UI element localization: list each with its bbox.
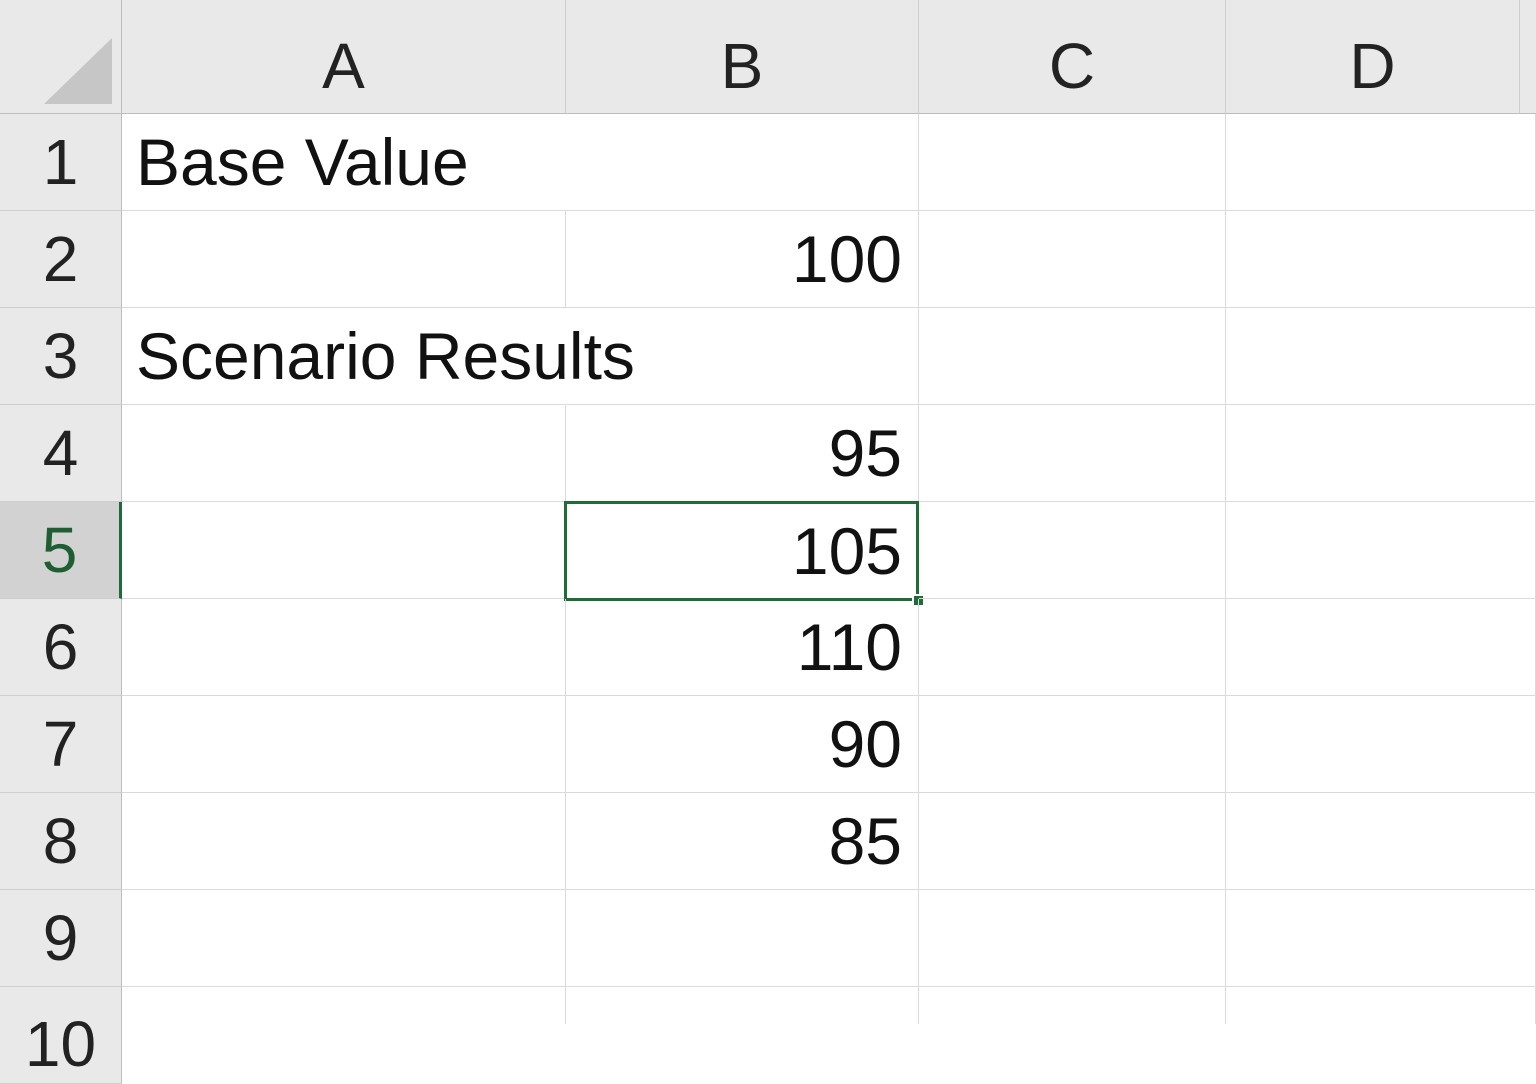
select-all-triangle-icon [44, 38, 112, 104]
cell-d9[interactable] [1226, 890, 1536, 987]
row-header-1[interactable]: 1 [0, 114, 122, 211]
cell-b3[interactable] [566, 308, 919, 405]
cell-a8[interactable] [122, 793, 566, 890]
cell-c9[interactable] [919, 890, 1226, 987]
cell-a4[interactable] [122, 405, 566, 502]
row-header-5[interactable]: 5 [0, 502, 122, 599]
column-header-c[interactable]: C [919, 0, 1226, 114]
row-header-3[interactable]: 3 [0, 308, 122, 405]
cell-d2[interactable] [1226, 211, 1536, 308]
cell-d6[interactable] [1226, 599, 1536, 696]
cell-b8[interactable]: 85 [566, 793, 919, 890]
cell-d5[interactable] [1226, 502, 1536, 599]
cell-b9[interactable] [566, 890, 919, 987]
cell-d10[interactable] [1226, 987, 1536, 1024]
spreadsheet-grid: A B C D 1 2 3 4 5 6 7 8 9 10 Base Value … [0, 0, 1536, 1084]
cell-b5-selected[interactable]: 105 [564, 501, 919, 601]
cell-b4[interactable]: 95 [566, 405, 919, 502]
cell-a3[interactable]: Scenario Results [122, 308, 635, 405]
cell-d4[interactable] [1226, 405, 1536, 502]
cell-c7[interactable] [919, 696, 1226, 793]
cell-c3[interactable] [919, 308, 1226, 405]
row-header-9[interactable]: 9 [0, 890, 122, 987]
row-header-8[interactable]: 8 [0, 793, 122, 890]
cell-c6[interactable] [919, 599, 1226, 696]
cell-a6[interactable] [122, 599, 566, 696]
cell-b7[interactable]: 90 [566, 696, 919, 793]
cell-d7[interactable] [1226, 696, 1536, 793]
cell-b2[interactable]: 100 [566, 211, 919, 308]
cell-a7[interactable] [122, 696, 566, 793]
cell-a2[interactable] [122, 211, 566, 308]
select-all-corner[interactable] [0, 0, 122, 114]
cell-a10[interactable] [122, 987, 566, 1024]
cell-d1[interactable] [1226, 114, 1536, 211]
row-header-10[interactable]: 10 [0, 987, 122, 1084]
row-header-2[interactable]: 2 [0, 211, 122, 308]
cell-b1[interactable] [566, 114, 919, 211]
cell-c4[interactable] [919, 405, 1226, 502]
cell-c8[interactable] [919, 793, 1226, 890]
column-header-e-partial[interactable] [1520, 0, 1536, 114]
cell-c5[interactable] [919, 502, 1226, 599]
cell-a9[interactable] [122, 890, 566, 987]
row-header-7[interactable]: 7 [0, 696, 122, 793]
cell-d3[interactable] [1226, 308, 1536, 405]
column-header-d[interactable]: D [1226, 0, 1520, 114]
cell-c2[interactable] [919, 211, 1226, 308]
cell-b10[interactable] [566, 987, 919, 1024]
cell-c1[interactable] [919, 114, 1226, 211]
cell-a1[interactable]: Base Value [122, 114, 566, 211]
cell-b6[interactable]: 110 [566, 599, 919, 696]
column-header-a[interactable]: A [122, 0, 566, 114]
cell-c10[interactable] [919, 987, 1226, 1024]
column-header-b[interactable]: B [566, 0, 919, 114]
cell-d8[interactable] [1226, 793, 1536, 890]
cell-a5[interactable] [122, 502, 566, 599]
row-header-6[interactable]: 6 [0, 599, 122, 696]
row-header-4[interactable]: 4 [0, 405, 122, 502]
